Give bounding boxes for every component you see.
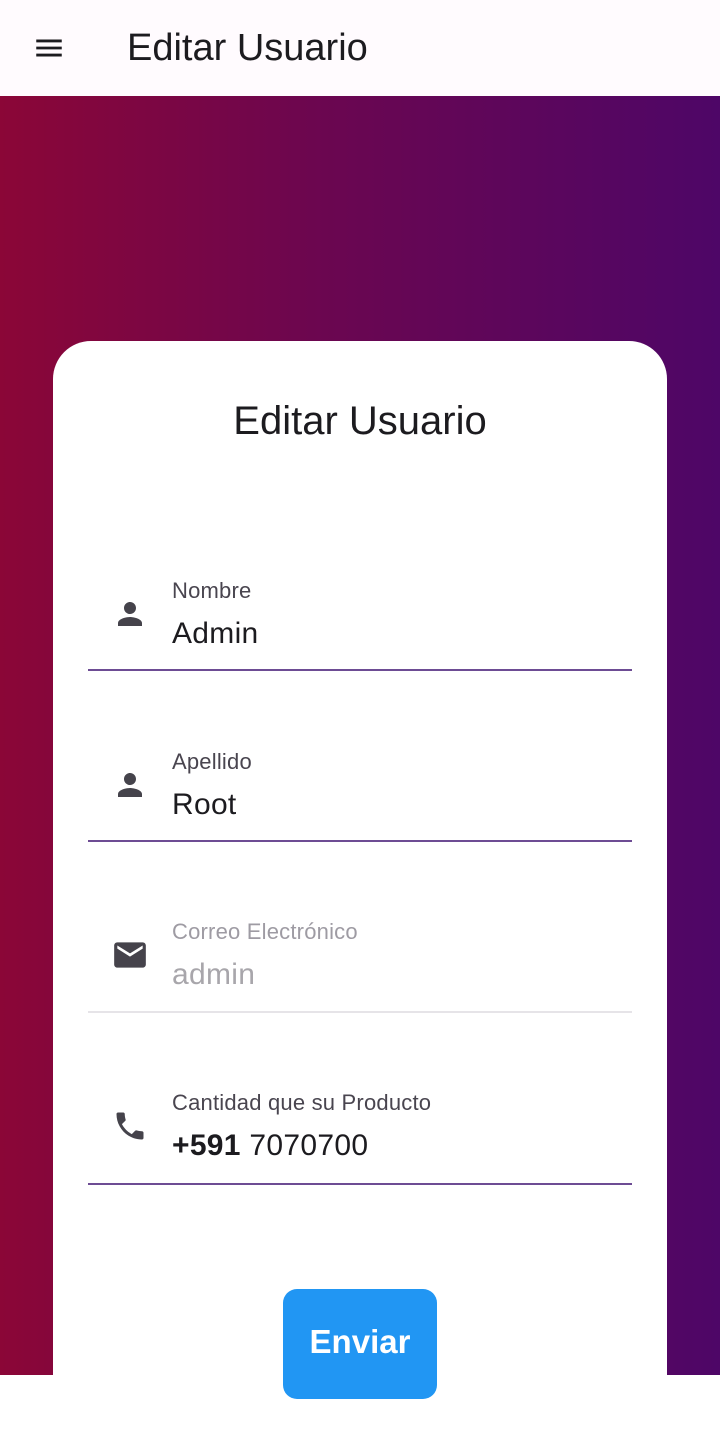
edit-user-card: Editar Usuario Nombre Admin Apellido Roo…: [53, 341, 667, 1441]
phone-input[interactable]: +591 7070700: [172, 1126, 368, 1166]
person-icon: [110, 594, 150, 634]
phone-number: 7070700: [249, 1129, 369, 1162]
menu-button[interactable]: [25, 24, 73, 72]
phone-prefix: +591: [172, 1129, 241, 1162]
phone-icon: [110, 1106, 150, 1146]
phone-label: Cantidad que su Producto: [172, 1090, 432, 1115]
first-name-field[interactable]: Nombre Admin: [88, 576, 632, 706]
email-icon: [110, 935, 150, 975]
submit-button[interactable]: Enviar: [283, 1289, 437, 1399]
email-label: Correo Electrónico: [172, 919, 358, 944]
phone-field[interactable]: Cantidad que su Producto +591 7070700: [88, 1088, 632, 1218]
person-icon: [110, 765, 150, 805]
app-bar: Editar Usuario: [0, 0, 720, 96]
last-name-field[interactable]: Apellido Root: [88, 747, 632, 877]
first-name-input[interactable]: Admin: [172, 614, 259, 654]
first-name-label: Nombre: [172, 578, 252, 603]
app-bar-title: Editar Usuario: [127, 27, 368, 69]
email-underline: [88, 1011, 632, 1013]
phone-underline: [88, 1183, 632, 1185]
last-name-input[interactable]: Root: [172, 785, 237, 825]
last-name-underline: [88, 840, 632, 842]
last-name-label: Apellido: [172, 749, 252, 774]
first-name-underline: [88, 669, 632, 671]
email-input: admin: [172, 958, 256, 991]
form-title: Editar Usuario: [233, 399, 487, 443]
menu-icon: [36, 39, 62, 57]
email-field: Correo Electrónico admin: [88, 917, 632, 1047]
